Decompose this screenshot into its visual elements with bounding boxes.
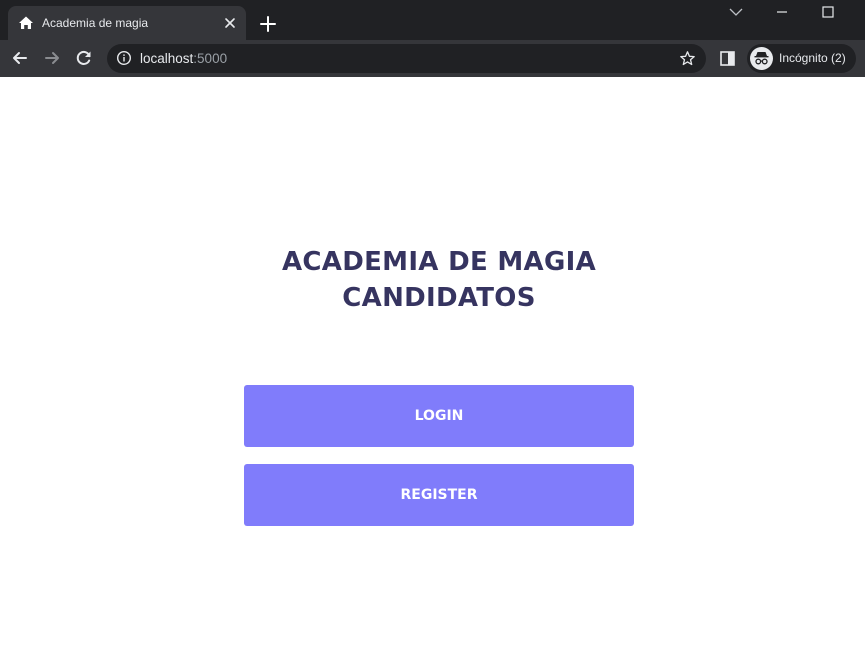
- url-port: :5000: [193, 51, 228, 66]
- info-icon[interactable]: [116, 50, 132, 66]
- login-button[interactable]: LOGIN: [244, 385, 634, 447]
- side-panel-icon[interactable]: [719, 50, 736, 67]
- profile-button[interactable]: Incógnito (2): [747, 44, 856, 73]
- browser-tab[interactable]: Academia de magia: [8, 6, 246, 40]
- star-icon[interactable]: [679, 50, 696, 67]
- url-text[interactable]: localhost:5000: [140, 50, 227, 67]
- chevron-down-icon[interactable]: [727, 4, 745, 20]
- page-content: ACADEMIA DE MAGIA CANDIDATOS LOGIN REGIS…: [0, 77, 865, 647]
- profile-label: Incógnito (2): [779, 51, 846, 65]
- tab-title: Academia de magia: [42, 16, 149, 30]
- home-icon: [19, 16, 33, 29]
- reload-icon[interactable]: [74, 48, 94, 68]
- minimize-icon[interactable]: [773, 4, 791, 20]
- arrow-right-icon[interactable]: [42, 48, 62, 68]
- incognito-icon: [750, 47, 773, 70]
- plus-icon[interactable]: [258, 14, 278, 34]
- arrow-left-icon[interactable]: [10, 48, 30, 68]
- maximize-icon[interactable]: [819, 4, 837, 20]
- register-button[interactable]: REGISTER: [244, 464, 634, 526]
- page-title: ACADEMIA DE MAGIA CANDIDATOS: [0, 244, 865, 316]
- title-line-1: ACADEMIA DE MAGIA: [281, 247, 596, 277]
- address-bar[interactable]: localhost:5000: [107, 44, 706, 73]
- url-host: localhost: [140, 51, 194, 66]
- browser-toolbar: localhost:5000 Incógnito (2): [0, 40, 865, 77]
- close-icon[interactable]: [222, 15, 238, 31]
- title-line-2: CANDIDATOS: [342, 283, 536, 313]
- tab-strip: Academia de magia: [0, 0, 865, 40]
